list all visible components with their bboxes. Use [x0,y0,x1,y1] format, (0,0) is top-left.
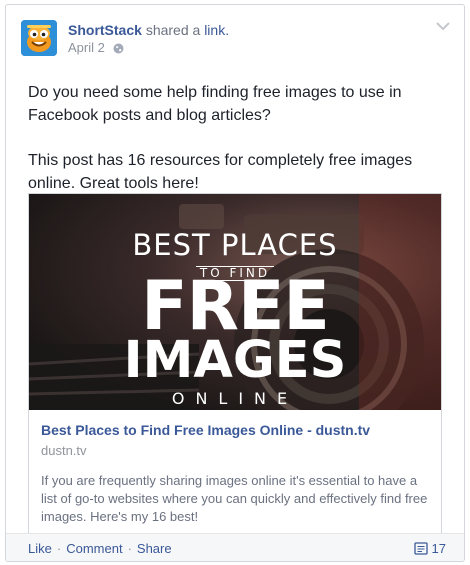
hero-text-line: BEST PLACES [132,228,338,262]
post-header: ShortStack shared a link. [68,21,229,39]
hero-text-line: ONLINE [171,389,299,408]
attachment-image[interactable]: BEST PLACES TO FIND FREE IMAGES ONLINE [29,194,441,410]
feed-post: ShortStack shared a link. April 2 Do you… [5,4,465,562]
comment-count[interactable]: 17 [413,541,446,557]
post-paragraph: This post has 16 resources for completel… [28,152,413,192]
author-name[interactable]: ShortStack [68,22,142,38]
like-link[interactable]: Like [28,541,52,556]
action-verb: shared a [145,22,201,38]
comment-count-value: 17 [431,541,446,556]
separator: · [127,541,132,556]
separator: · [56,541,62,556]
attachment-title[interactable]: Best Places to Find Free Images Online -… [41,422,431,439]
comment-link[interactable]: Comment [66,541,122,556]
action-links: Like · Comment · Share [28,541,172,557]
post-meta: April 2 [68,40,124,58]
globe-icon[interactable] [113,42,124,58]
post-footer: Like · Comment · Share 17 [6,533,464,561]
attachment-domain: dustn.tv [41,443,87,458]
post-date[interactable]: April 2 [68,40,105,55]
chevron-down-icon[interactable] [436,21,450,31]
post-text: Do you need some help finding free image… [28,81,453,195]
attachment-body: Best Places to Find Free Images Online -… [29,410,441,526]
link-attachment[interactable]: BEST PLACES TO FIND FREE IMAGES ONLINE B… [28,193,442,539]
share-link[interactable]: Share [137,541,172,556]
attachment-description: If you are frequently sharing images onl… [41,473,428,524]
comment-icon [413,542,428,555]
post-paragraph: Do you need some help finding free image… [28,84,402,124]
shortstack-avatar[interactable] [21,20,57,56]
hero-text-line: IMAGES [123,331,347,390]
action-object-link[interactable]: link. [204,22,229,38]
